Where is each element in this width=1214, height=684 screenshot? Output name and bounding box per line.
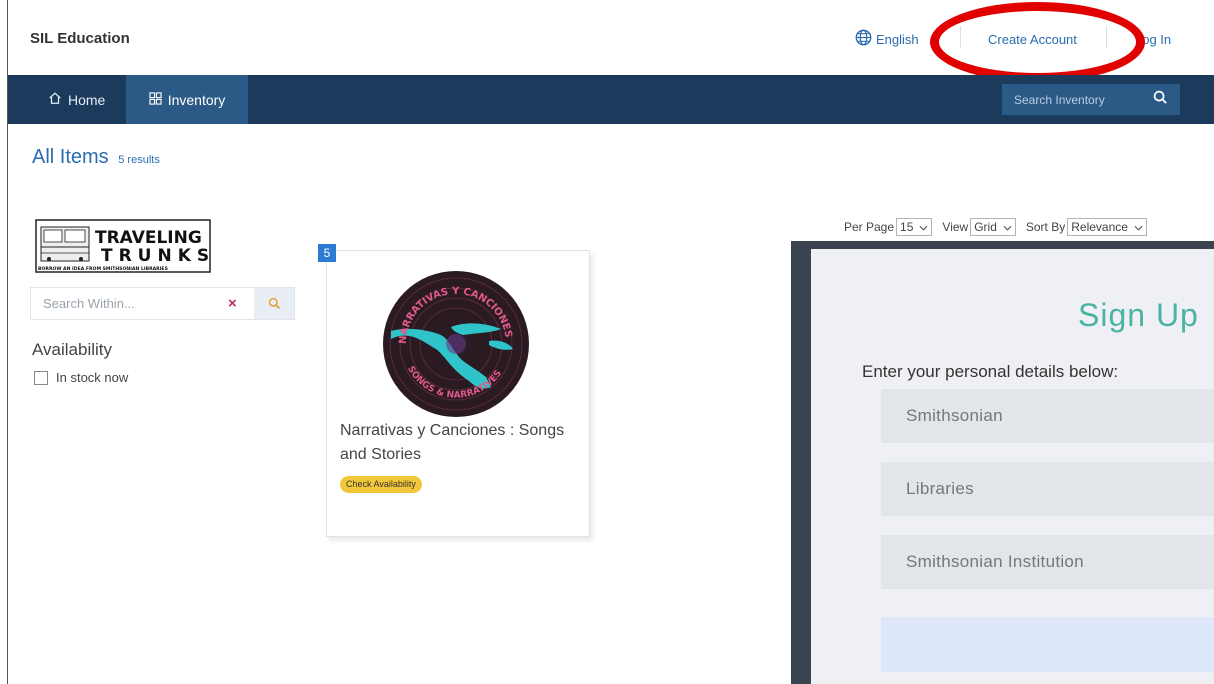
per-page-select[interactable]: 15 [896, 218, 933, 236]
grid-icon [149, 91, 162, 108]
nav-inventory-label: Inventory [167, 91, 226, 108]
signup-field[interactable]: Smithsonian [881, 389, 1214, 443]
item-card[interactable]: NARRATIVAS Y CANCIONES SONGS & NARRATIVE… [326, 250, 590, 537]
traveling-trunks-logo: TRAVELING TRUNKS BORROW AN IDEA FROM SMI… [35, 219, 211, 273]
brand-title[interactable]: SIL Education [30, 30, 130, 47]
logo-tagline: BORROW AN IDEA FROM SMITHSONIAN LIBRARIE… [38, 266, 168, 272]
search-within: × [30, 287, 295, 320]
logo-line2: TRUNKS [101, 246, 211, 266]
nav-inventory[interactable]: Inventory [126, 75, 248, 124]
availability-heading: Availability [32, 340, 113, 359]
highlight-circle-annotation [930, 2, 1145, 82]
globe-icon [855, 29, 872, 49]
sort-label: Sort By [1025, 220, 1066, 234]
inventory-search [1002, 84, 1180, 115]
per-page-value: 15 [900, 220, 914, 234]
chevron-down-icon [1003, 220, 1012, 234]
signup-field[interactable]: Smithsonian Institution [881, 535, 1214, 589]
view-select[interactable]: Grid [970, 218, 1016, 236]
sort-select[interactable]: Relevance [1067, 218, 1147, 236]
search-icon [268, 297, 280, 309]
signup-title: Sign Up [1078, 297, 1199, 333]
search-icon[interactable] [1153, 90, 1168, 110]
language-label: English [876, 31, 919, 47]
chevron-down-icon [1134, 220, 1143, 234]
signup-field[interactable]: Libraries [881, 462, 1214, 516]
sort-value: Relevance [1071, 220, 1128, 234]
signup-description: Enter your personal details below: [862, 362, 1119, 381]
in-stock-label: In stock now [56, 370, 129, 385]
item-title[interactable]: Narrativas y Canciones : Songs and Stori… [340, 419, 575, 467]
signup-submit-button[interactable] [881, 617, 1214, 672]
close-icon[interactable]: × [228, 295, 237, 312]
home-icon [48, 91, 62, 108]
view-label: View [942, 220, 969, 234]
per-page-label: Per Page [844, 220, 895, 234]
in-stock-checkbox[interactable] [34, 370, 48, 385]
search-within-button[interactable] [254, 288, 294, 319]
signup-overlay: Sign Up Enter your personal details belo… [791, 241, 1214, 684]
nav-home[interactable]: Home [38, 75, 115, 124]
in-stock-filter[interactable]: In stock now [34, 370, 128, 385]
view-value: Grid [974, 220, 997, 234]
page-title-text: All Items [32, 146, 109, 168]
list-controls: Per Page 15 View Grid Sort By Relevance [844, 218, 1157, 236]
item-image[interactable]: NARRATIVAS Y CANCIONES SONGS & NARRATIVE… [381, 269, 531, 419]
language-selector[interactable]: English [855, 29, 919, 49]
chevron-down-icon [919, 220, 928, 234]
item-count-badge: 5 [318, 244, 336, 262]
inventory-search-input[interactable] [1014, 92, 1144, 107]
signup-panel: Sign Up Enter your personal details belo… [811, 249, 1214, 684]
results-count: 5 results [118, 154, 160, 166]
search-within-input[interactable] [31, 296, 221, 311]
main-nav: Home Inventory [8, 75, 1214, 124]
check-availability-button[interactable]: Check Availability [340, 476, 422, 493]
logo-line1: TRAVELING [95, 228, 202, 248]
nav-home-label: Home [68, 91, 106, 108]
page-title: All Items 5 results [32, 146, 160, 169]
